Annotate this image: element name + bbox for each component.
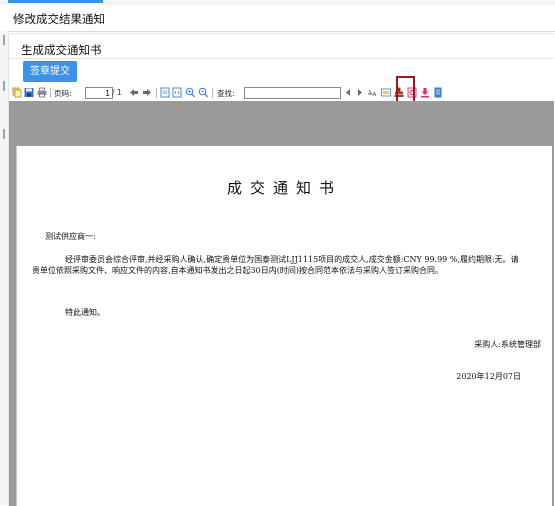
page-total: / 1 <box>112 88 122 97</box>
document-icon[interactable] <box>433 87 443 98</box>
find-label: 查找: <box>217 89 235 98</box>
active-tab-indicator <box>8 0 103 3</box>
next-page-icon[interactable] <box>142 87 152 98</box>
fit-page-icon[interactable] <box>160 87 170 98</box>
toolbar-separator <box>156 88 157 98</box>
left-edge-strip <box>0 31 8 505</box>
document-page: 成交通知书 测试供应商一: 经评审委员会综合评审,并经采购人确认,确定贵单位为国… <box>16 146 552 506</box>
sign-submit-button[interactable]: 签章提交 <box>23 61 77 82</box>
purchaser-signature: 采购人:系统管理部 <box>474 340 541 349</box>
closing-notice: 特此通知。 <box>65 308 105 317</box>
toolbar-separator <box>50 88 51 98</box>
edge-mark <box>3 35 5 45</box>
find-next-icon[interactable] <box>355 87 365 98</box>
document-viewer[interactable]: 成交通知书 测试供应商一: 经评审委员会综合评审,并经采购人确认,确定贵单位为国… <box>9 101 554 506</box>
find-prev-icon[interactable] <box>343 87 353 98</box>
page-label: 页码: <box>54 89 72 98</box>
edge-mark <box>3 129 5 139</box>
panel-title: 生成成交通知书 <box>21 43 102 57</box>
save-icon[interactable] <box>24 87 34 98</box>
match-case-icon[interactable]: äA <box>368 87 378 98</box>
highlight-icon[interactable] <box>381 87 391 98</box>
notice-panel: 生成成交通知书 签章提交 页码: / 1 <box>8 33 554 506</box>
window-title-bar: 修改成交结果通知 <box>0 5 555 32</box>
zoom-in-icon[interactable] <box>185 87 195 98</box>
prev-page-icon[interactable] <box>129 87 139 98</box>
download-icon[interactable] <box>420 87 430 98</box>
svg-text:ä: ä <box>368 89 372 97</box>
document-body: 经评审委员会综合评审,并经采购人确认,确定贵单位为国泰测试LJJ1115项目的成… <box>32 255 519 275</box>
svg-text:A: A <box>373 92 377 98</box>
window-title: 修改成交结果通知 <box>13 12 105 26</box>
recipient-line: 测试供应商一: <box>45 232 96 241</box>
divider <box>9 58 554 59</box>
fit-width-icon[interactable] <box>172 87 182 98</box>
document-date: 2020年12月07日 <box>456 372 521 381</box>
print-icon[interactable] <box>37 87 47 98</box>
document-title: 成交通知书 <box>226 179 342 197</box>
toolbar-separator <box>212 88 213 98</box>
page-number-input[interactable] <box>85 87 113 99</box>
edge-mark <box>3 81 5 91</box>
document-toolbar: 页码: / 1 查找: äA <box>9 86 554 101</box>
copy-icon[interactable] <box>12 87 22 98</box>
zoom-out-icon[interactable] <box>198 87 208 98</box>
find-input[interactable] <box>244 87 341 99</box>
